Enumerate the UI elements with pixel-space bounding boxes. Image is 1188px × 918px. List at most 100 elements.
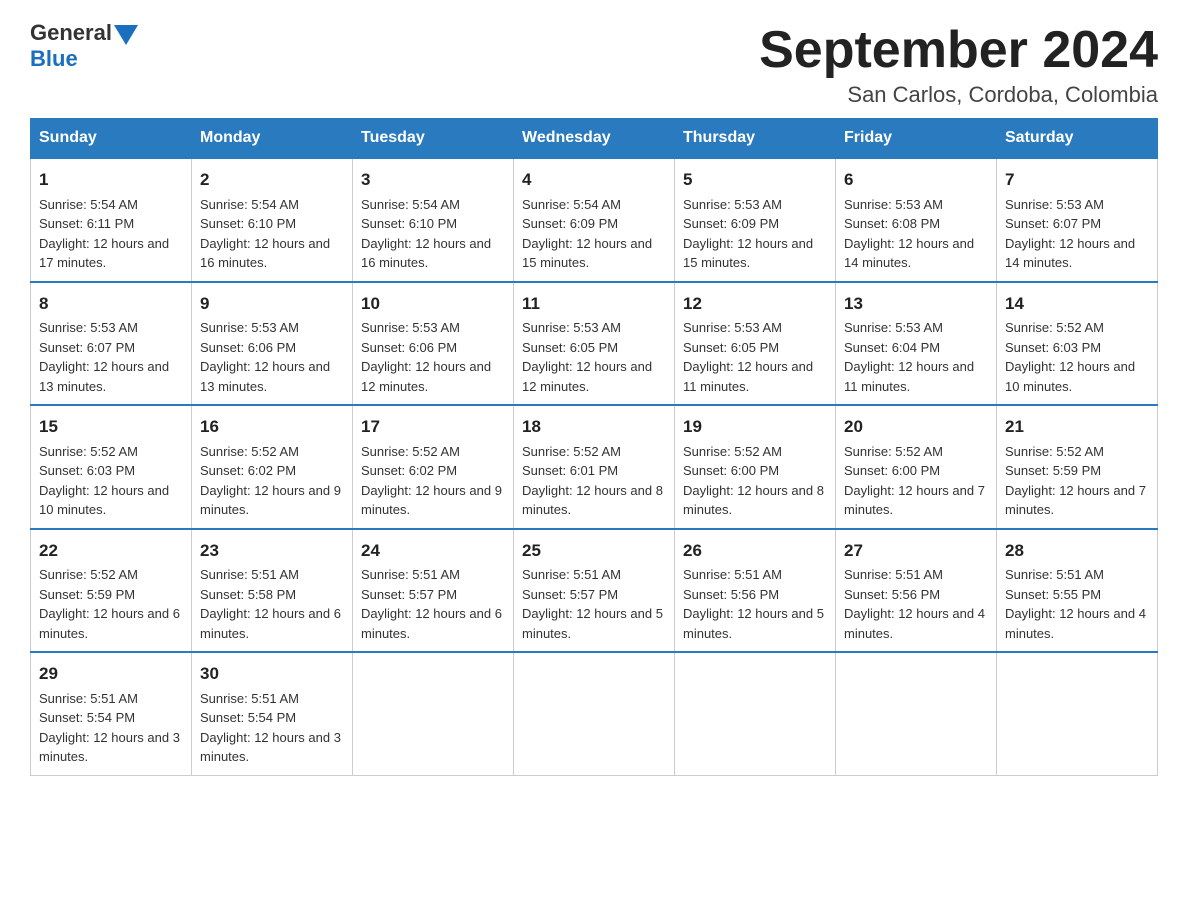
day-number: 19 [683, 414, 827, 440]
day-number: 15 [39, 414, 183, 440]
day-info: Sunrise: 5:54 AM Sunset: 6:11 PM Dayligh… [39, 195, 183, 273]
table-row: 1Sunrise: 5:54 AM Sunset: 6:11 PM Daylig… [31, 158, 192, 282]
table-row: 12Sunrise: 5:53 AM Sunset: 6:05 PM Dayli… [675, 282, 836, 406]
day-number: 8 [39, 291, 183, 317]
day-info: Sunrise: 5:53 AM Sunset: 6:04 PM Dayligh… [844, 318, 988, 396]
day-number: 17 [361, 414, 505, 440]
day-info: Sunrise: 5:53 AM Sunset: 6:08 PM Dayligh… [844, 195, 988, 273]
calendar-week-row: 15Sunrise: 5:52 AM Sunset: 6:03 PM Dayli… [31, 405, 1158, 529]
table-row: 9Sunrise: 5:53 AM Sunset: 6:06 PM Daylig… [192, 282, 353, 406]
page-header: General Blue September 2024 San Carlos, … [30, 20, 1158, 108]
day-number: 13 [844, 291, 988, 317]
table-row: 28Sunrise: 5:51 AM Sunset: 5:55 PM Dayli… [997, 529, 1158, 653]
day-number: 2 [200, 167, 344, 193]
calendar-week-row: 29Sunrise: 5:51 AM Sunset: 5:54 PM Dayli… [31, 652, 1158, 775]
day-info: Sunrise: 5:53 AM Sunset: 6:06 PM Dayligh… [361, 318, 505, 396]
calendar-week-row: 22Sunrise: 5:52 AM Sunset: 5:59 PM Dayli… [31, 529, 1158, 653]
table-row: 29Sunrise: 5:51 AM Sunset: 5:54 PM Dayli… [31, 652, 192, 775]
day-info: Sunrise: 5:53 AM Sunset: 6:05 PM Dayligh… [683, 318, 827, 396]
day-info: Sunrise: 5:51 AM Sunset: 5:58 PM Dayligh… [200, 565, 344, 643]
day-info: Sunrise: 5:53 AM Sunset: 6:05 PM Dayligh… [522, 318, 666, 396]
day-number: 30 [200, 661, 344, 687]
table-row: 15Sunrise: 5:52 AM Sunset: 6:03 PM Dayli… [31, 405, 192, 529]
header-monday: Monday [192, 119, 353, 159]
table-row: 26Sunrise: 5:51 AM Sunset: 5:56 PM Dayli… [675, 529, 836, 653]
table-row: 7Sunrise: 5:53 AM Sunset: 6:07 PM Daylig… [997, 158, 1158, 282]
day-info: Sunrise: 5:51 AM Sunset: 5:57 PM Dayligh… [522, 565, 666, 643]
header-sunday: Sunday [31, 119, 192, 159]
day-number: 14 [1005, 291, 1149, 317]
table-row [675, 652, 836, 775]
table-row: 24Sunrise: 5:51 AM Sunset: 5:57 PM Dayli… [353, 529, 514, 653]
table-row: 30Sunrise: 5:51 AM Sunset: 5:54 PM Dayli… [192, 652, 353, 775]
day-info: Sunrise: 5:54 AM Sunset: 6:09 PM Dayligh… [522, 195, 666, 273]
day-number: 27 [844, 538, 988, 564]
day-info: Sunrise: 5:53 AM Sunset: 6:07 PM Dayligh… [1005, 195, 1149, 273]
table-row: 2Sunrise: 5:54 AM Sunset: 6:10 PM Daylig… [192, 158, 353, 282]
table-row: 14Sunrise: 5:52 AM Sunset: 6:03 PM Dayli… [997, 282, 1158, 406]
day-info: Sunrise: 5:53 AM Sunset: 6:07 PM Dayligh… [39, 318, 183, 396]
day-info: Sunrise: 5:54 AM Sunset: 6:10 PM Dayligh… [200, 195, 344, 273]
day-info: Sunrise: 5:52 AM Sunset: 5:59 PM Dayligh… [1005, 442, 1149, 520]
day-info: Sunrise: 5:53 AM Sunset: 6:09 PM Dayligh… [683, 195, 827, 273]
table-row: 10Sunrise: 5:53 AM Sunset: 6:06 PM Dayli… [353, 282, 514, 406]
day-number: 4 [522, 167, 666, 193]
day-number: 16 [200, 414, 344, 440]
day-number: 18 [522, 414, 666, 440]
table-row: 17Sunrise: 5:52 AM Sunset: 6:02 PM Dayli… [353, 405, 514, 529]
day-number: 5 [683, 167, 827, 193]
header-wednesday: Wednesday [514, 119, 675, 159]
location-title: San Carlos, Cordoba, Colombia [759, 82, 1158, 108]
logo-blue: Blue [30, 46, 78, 72]
day-number: 25 [522, 538, 666, 564]
day-number: 23 [200, 538, 344, 564]
table-row: 25Sunrise: 5:51 AM Sunset: 5:57 PM Dayli… [514, 529, 675, 653]
table-row: 23Sunrise: 5:51 AM Sunset: 5:58 PM Dayli… [192, 529, 353, 653]
day-info: Sunrise: 5:52 AM Sunset: 6:03 PM Dayligh… [39, 442, 183, 520]
table-row: 6Sunrise: 5:53 AM Sunset: 6:08 PM Daylig… [836, 158, 997, 282]
table-row: 3Sunrise: 5:54 AM Sunset: 6:10 PM Daylig… [353, 158, 514, 282]
table-row [836, 652, 997, 775]
table-row: 4Sunrise: 5:54 AM Sunset: 6:09 PM Daylig… [514, 158, 675, 282]
day-number: 22 [39, 538, 183, 564]
day-number: 21 [1005, 414, 1149, 440]
table-row: 16Sunrise: 5:52 AM Sunset: 6:02 PM Dayli… [192, 405, 353, 529]
day-info: Sunrise: 5:52 AM Sunset: 6:03 PM Dayligh… [1005, 318, 1149, 396]
header-saturday: Saturday [997, 119, 1158, 159]
table-row: 19Sunrise: 5:52 AM Sunset: 6:00 PM Dayli… [675, 405, 836, 529]
day-number: 3 [361, 167, 505, 193]
table-row: 22Sunrise: 5:52 AM Sunset: 5:59 PM Dayli… [31, 529, 192, 653]
header-tuesday: Tuesday [353, 119, 514, 159]
day-info: Sunrise: 5:52 AM Sunset: 6:02 PM Dayligh… [200, 442, 344, 520]
day-number: 10 [361, 291, 505, 317]
day-info: Sunrise: 5:51 AM Sunset: 5:54 PM Dayligh… [200, 689, 344, 767]
table-row: 5Sunrise: 5:53 AM Sunset: 6:09 PM Daylig… [675, 158, 836, 282]
table-row [514, 652, 675, 775]
calendar-header-row: Sunday Monday Tuesday Wednesday Thursday… [31, 119, 1158, 159]
header-thursday: Thursday [675, 119, 836, 159]
day-number: 1 [39, 167, 183, 193]
day-info: Sunrise: 5:51 AM Sunset: 5:56 PM Dayligh… [683, 565, 827, 643]
day-number: 11 [522, 291, 666, 317]
header-friday: Friday [836, 119, 997, 159]
table-row: 21Sunrise: 5:52 AM Sunset: 5:59 PM Dayli… [997, 405, 1158, 529]
day-info: Sunrise: 5:51 AM Sunset: 5:55 PM Dayligh… [1005, 565, 1149, 643]
day-number: 29 [39, 661, 183, 687]
table-row: 20Sunrise: 5:52 AM Sunset: 6:00 PM Dayli… [836, 405, 997, 529]
day-number: 9 [200, 291, 344, 317]
calendar-week-row: 8Sunrise: 5:53 AM Sunset: 6:07 PM Daylig… [31, 282, 1158, 406]
day-info: Sunrise: 5:52 AM Sunset: 6:00 PM Dayligh… [683, 442, 827, 520]
day-number: 6 [844, 167, 988, 193]
day-info: Sunrise: 5:51 AM Sunset: 5:54 PM Dayligh… [39, 689, 183, 767]
title-section: September 2024 San Carlos, Cordoba, Colo… [759, 20, 1158, 108]
day-info: Sunrise: 5:51 AM Sunset: 5:57 PM Dayligh… [361, 565, 505, 643]
month-title: September 2024 [759, 20, 1158, 80]
table-row: 27Sunrise: 5:51 AM Sunset: 5:56 PM Dayli… [836, 529, 997, 653]
table-row [997, 652, 1158, 775]
logo-triangle-icon [114, 25, 138, 45]
table-row: 8Sunrise: 5:53 AM Sunset: 6:07 PM Daylig… [31, 282, 192, 406]
logo: General Blue [30, 20, 138, 72]
day-number: 28 [1005, 538, 1149, 564]
day-number: 7 [1005, 167, 1149, 193]
day-number: 20 [844, 414, 988, 440]
